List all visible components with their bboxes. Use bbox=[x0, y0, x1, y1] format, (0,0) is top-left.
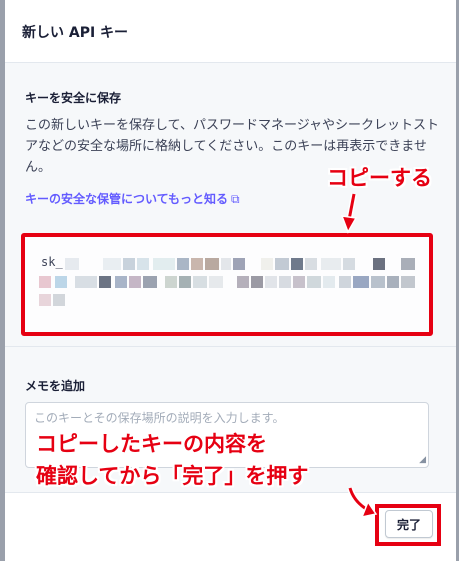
learn-more-link-label: キーの安全な保管についてもっと知る bbox=[25, 192, 229, 206]
annotation-arrow-diag-icon bbox=[347, 487, 378, 519]
api-key-prefix: sk_ bbox=[41, 255, 63, 269]
save-key-section: キーを安全に保存 この新しいキーを保存して、パスワードマネージャやシークレットス… bbox=[5, 63, 456, 347]
learn-more-link[interactable]: キーの安全な保管についてもっと知る ⧉ bbox=[25, 190, 240, 207]
annotation-arrow-down-icon bbox=[340, 193, 358, 234]
memo-placeholder: このキーとその保存場所の説明を入力します。 bbox=[34, 411, 285, 425]
save-key-heading: キーを安全に保存 bbox=[25, 91, 122, 105]
annotation-copy: コピーする bbox=[327, 166, 432, 190]
memo-heading: メモを追加 bbox=[25, 379, 86, 393]
annotation-confirm-line2: 確認してから「完了」を押す bbox=[36, 464, 309, 488]
annotation-confirm-line1: コピーしたキーの内容を bbox=[36, 432, 267, 456]
modal-header: 新しい API キー bbox=[5, 0, 456, 63]
api-key-display[interactable]: sk_ bbox=[21, 233, 433, 336]
resize-grip-icon[interactable]: ◢ bbox=[419, 455, 426, 465]
modal-title: 新しい API キー bbox=[22, 25, 129, 41]
done-button[interactable]: 完了 bbox=[385, 510, 433, 538]
external-link-icon: ⧉ bbox=[231, 192, 240, 206]
annotation-confirm: コピーしたキーの内容を 確認してから「完了」を押す bbox=[36, 428, 308, 492]
